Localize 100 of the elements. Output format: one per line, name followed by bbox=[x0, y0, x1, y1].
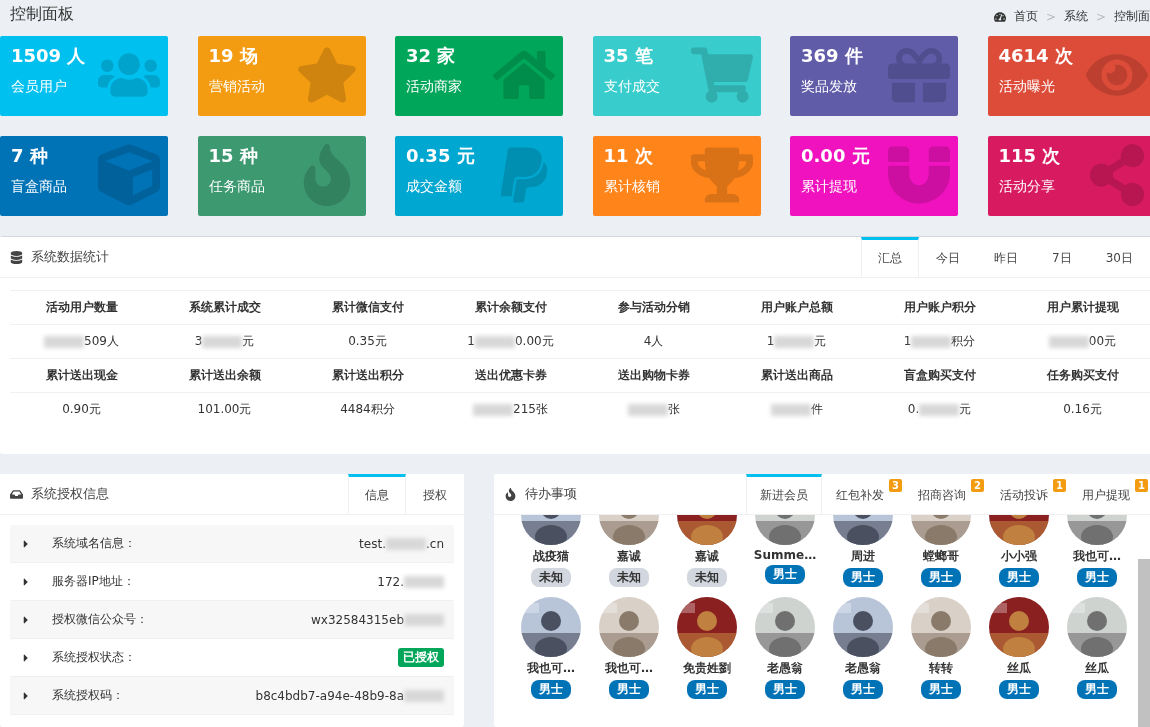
table-cell: 00元 bbox=[1048, 334, 1117, 348]
table-cell: 215张 bbox=[473, 402, 548, 416]
table-cell: 件 bbox=[770, 402, 823, 416]
column-header: 累计送出余额 bbox=[188, 368, 261, 382]
column-header: 累计送出积分 bbox=[331, 368, 404, 382]
page-title: 控制面板 bbox=[10, 4, 74, 25]
stat-value: 11 次 bbox=[603, 144, 653, 168]
member-name: 我也可… bbox=[605, 660, 653, 677]
status-badge: 已授权 bbox=[398, 648, 444, 667]
stat-value: 0.00 元 bbox=[801, 144, 870, 168]
gender-tag: 男士 bbox=[687, 680, 727, 699]
info-label: 系统授权码： bbox=[52, 687, 124, 704]
member-name: 我也可… bbox=[1073, 548, 1121, 565]
info-value: test. .cn bbox=[359, 536, 444, 551]
gender-tag: 未知 bbox=[609, 568, 649, 587]
inbox-icon bbox=[10, 487, 23, 501]
column-header: 参与活动分销 bbox=[617, 300, 690, 314]
table-cell: 4484积分 bbox=[340, 402, 395, 416]
info-label: 授权微信公众号： bbox=[52, 611, 148, 628]
trophy-icon bbox=[690, 144, 753, 206]
member-name: 我也可… bbox=[527, 660, 575, 677]
tab[interactable]: 今日 bbox=[919, 237, 978, 277]
gender-tag: 男士 bbox=[1077, 680, 1117, 699]
member-name: 丝瓜 bbox=[1007, 660, 1031, 677]
stat-label: 支付成交 bbox=[603, 78, 660, 96]
stat-label: 盲盒商品 bbox=[11, 178, 67, 196]
info-label: 系统域名信息： bbox=[52, 535, 136, 552]
dashboard-icon bbox=[993, 10, 1006, 23]
breadcrumb-link[interactable]: 系统 bbox=[1063, 8, 1088, 25]
stat-label: 活动曝光 bbox=[998, 78, 1055, 96]
gender-tag: 男士 bbox=[609, 680, 649, 699]
column-header: 累计送出商品 bbox=[760, 368, 833, 382]
column-header: 累计送出现金 bbox=[45, 368, 118, 382]
breadcrumb-separator: > bbox=[1045, 9, 1056, 24]
info-value: wx32584315eb bbox=[311, 612, 444, 627]
panel-title: 系统授权信息 bbox=[31, 485, 109, 503]
gender-tag: 男士 bbox=[1077, 568, 1117, 587]
tab[interactable]: 7日 bbox=[1035, 237, 1089, 277]
tab[interactable]: 新进会员 bbox=[746, 474, 822, 514]
tab[interactable]: 30日 bbox=[1088, 237, 1150, 277]
column-header: 系统累计成交 bbox=[188, 300, 261, 314]
info-row[interactable]: 系统授权码： b8c4bdb7-a94e-48b9-8a bbox=[10, 677, 454, 715]
tab[interactable]: 招商咨询 2 bbox=[904, 474, 986, 514]
scrollbar[interactable] bbox=[1138, 559, 1150, 727]
table-cell: 0.35元 bbox=[348, 334, 387, 348]
column-header: 任务购买支付 bbox=[1046, 368, 1119, 382]
count-badge: 2 bbox=[971, 479, 984, 492]
member-name: Summe… bbox=[753, 548, 817, 562]
member-name: 转转 bbox=[929, 660, 953, 677]
stat-value: 1509 人 bbox=[11, 44, 86, 68]
tab[interactable]: 昨日 bbox=[977, 237, 1036, 277]
tab[interactable]: 活动投诉 1 bbox=[986, 474, 1068, 514]
tab[interactable]: 授权 bbox=[406, 474, 464, 514]
column-header: 送出购物卡券 bbox=[617, 368, 690, 382]
column-header: 用户账户总额 bbox=[760, 300, 833, 314]
table-cell: 0.16元 bbox=[1063, 402, 1102, 416]
table-cell: 509人 bbox=[44, 334, 119, 348]
member-name: 老愚翁 bbox=[845, 660, 881, 677]
stat-value: 115 次 bbox=[998, 144, 1061, 168]
tab[interactable]: 用户提现 1 bbox=[1068, 474, 1150, 514]
stat-label: 奖品发放 bbox=[801, 78, 857, 96]
stat-value: 7 种 bbox=[11, 144, 48, 168]
stat-value: 15 种 bbox=[208, 144, 258, 168]
gender-tag: 男士 bbox=[921, 568, 961, 587]
gender-tag: 男士 bbox=[531, 680, 571, 699]
gender-tag: 男士 bbox=[765, 565, 805, 584]
breadcrumb-link[interactable]: 控制面 bbox=[1114, 8, 1150, 25]
table-cell: 1 0.00元 bbox=[467, 334, 554, 348]
member-name: 免贵姓劉 bbox=[683, 660, 731, 677]
stat-label: 累计核销 bbox=[603, 178, 660, 196]
breadcrumb-link[interactable]: 首页 bbox=[1013, 8, 1038, 25]
info-label: 服务器IP地址： bbox=[52, 573, 135, 590]
member-name: 丝瓜 bbox=[1085, 660, 1109, 677]
gender-tag: 男士 bbox=[843, 568, 883, 587]
tab[interactable]: 汇总 bbox=[861, 237, 920, 277]
tab[interactable]: 信息 bbox=[348, 474, 406, 514]
tab[interactable]: 红包补发 3 bbox=[822, 474, 904, 514]
info-value: b8c4bdb7-a94e-48b9-8a bbox=[255, 688, 444, 703]
stat-value: 35 笔 bbox=[603, 44, 653, 68]
info-row[interactable]: 系统域名信息： test. .cn bbox=[10, 525, 454, 563]
member-name: 小小强 bbox=[1001, 548, 1037, 565]
member-name: 螳螂哥 bbox=[923, 548, 959, 565]
stat-label: 成交金额 bbox=[406, 178, 462, 196]
column-header: 活动用户数量 bbox=[45, 300, 118, 314]
gender-tag: 未知 bbox=[687, 568, 727, 587]
column-header: 用户累计提现 bbox=[1046, 300, 1119, 314]
member-name: 战疫猫 bbox=[533, 548, 569, 565]
column-header: 送出优惠卡券 bbox=[474, 368, 547, 382]
column-header: 盲盒购买支付 bbox=[903, 368, 976, 382]
member-name: 嘉诚 bbox=[617, 548, 641, 565]
table-cell: 0. 元 bbox=[907, 402, 972, 416]
breadcrumb-separator: > bbox=[1095, 9, 1106, 24]
table-cell: 张 bbox=[627, 402, 680, 416]
gender-tag: 未知 bbox=[531, 568, 571, 587]
info-row[interactable]: 授权微信公众号： wx32584315eb bbox=[10, 601, 454, 639]
stat-value: 19 场 bbox=[208, 44, 258, 68]
count-badge: 1 bbox=[1135, 479, 1148, 492]
panel-title: 待办事项 bbox=[525, 485, 577, 503]
column-header: 累计余额支付 bbox=[474, 300, 547, 314]
column-header: 累计微信支付 bbox=[331, 300, 404, 314]
